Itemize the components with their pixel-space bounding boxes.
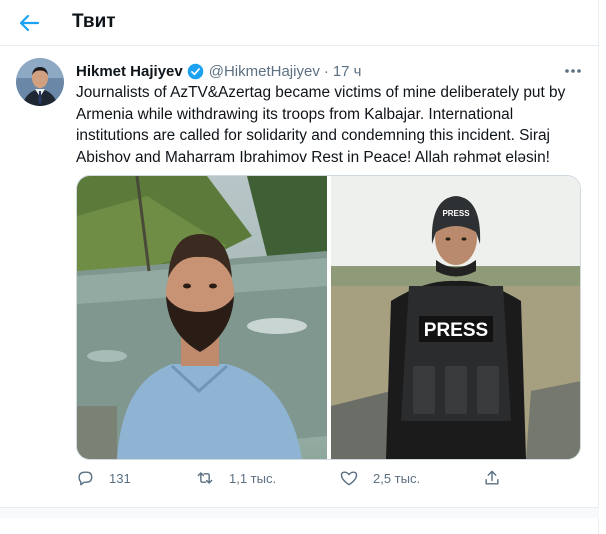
tweet-actions: 131 1,1 тыс. 2,5 тыс. [72, 468, 512, 498]
tweet-media[interactable]: PRESS PRESS [76, 175, 581, 460]
avatar[interactable] [16, 58, 64, 106]
press-vest-label: PRESS [424, 320, 488, 341]
retweet-icon [197, 472, 213, 484]
like-count: 2,5 тыс. [373, 470, 421, 486]
separator-dot: · [323, 62, 329, 80]
photo-1[interactable] [77, 176, 327, 459]
retweet-count: 1,1 тыс. [229, 470, 277, 486]
page-header: Твит [0, 0, 599, 46]
arrow-left-icon [19, 14, 40, 32]
tweet-time[interactable]: 17 ч [333, 63, 362, 80]
share-icon [485, 470, 499, 485]
press-helmet-label: PRESS [442, 209, 470, 218]
share-button[interactable] [482, 468, 502, 488]
like-button[interactable]: 2,5 тыс. [339, 468, 420, 488]
author-name[interactable]: Hikmet Hajiyev [76, 63, 183, 80]
reply-icon [78, 471, 93, 486]
photo-2[interactable]: PRESS PRESS [331, 176, 580, 459]
back-button[interactable] [14, 8, 44, 38]
page-title: Твит [72, 11, 116, 32]
more-icon [565, 69, 581, 73]
tweet-text: Journalists of AzTV&Azertag became victi… [76, 84, 566, 166]
reply-count: 131 [109, 470, 131, 486]
reply-button[interactable]: 131 [75, 468, 131, 488]
retweet-button[interactable]: 1,1 тыс. [195, 468, 276, 488]
heart-icon [340, 471, 358, 486]
more-options-button[interactable] [560, 62, 586, 80]
tweet-page: Твит Hikmet Hajiyev @HikmetHajiyev · 17 … [0, 0, 599, 534]
author-row: Hikmet Hajiyev @HikmetHajiyev · 17 ч [76, 61, 362, 81]
section-divider [0, 507, 599, 518]
author-handle[interactable]: @HikmetHajiyev [209, 63, 320, 80]
verified-badge-icon [187, 63, 204, 79]
